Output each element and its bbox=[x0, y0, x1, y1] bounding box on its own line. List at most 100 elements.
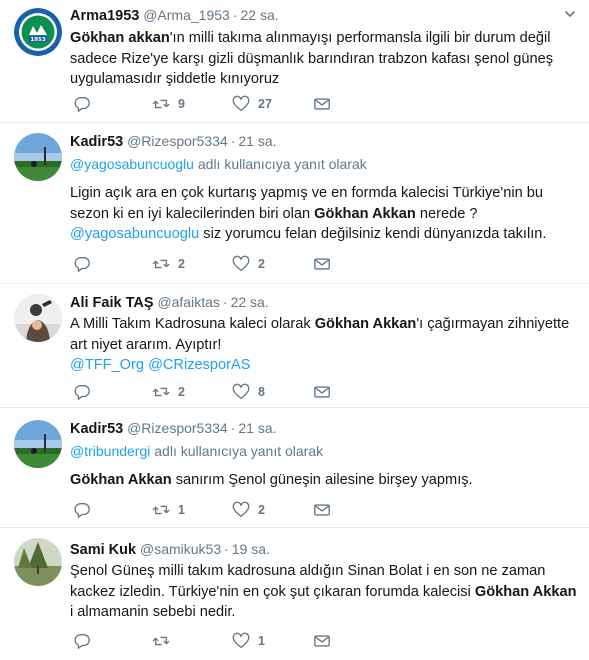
reply-button[interactable] bbox=[73, 631, 99, 651]
like-icon bbox=[232, 95, 250, 111]
reply-icon bbox=[74, 97, 90, 112]
tweet[interactable]: Sami Kuk @samikuk53 · 19 sa. Şenol Güneş m… bbox=[0, 528, 589, 660]
nature-photo-avatar bbox=[14, 538, 62, 586]
display-name[interactable]: Kadir53 bbox=[70, 134, 123, 150]
retweet-button[interactable] bbox=[152, 631, 178, 651]
like-icon bbox=[232, 383, 250, 399]
retweet-count: 9 bbox=[178, 97, 185, 111]
rizespor-badge-avatar: 1953 bbox=[14, 8, 62, 56]
like-count: 2 bbox=[258, 503, 265, 517]
retweet-count: 2 bbox=[178, 385, 185, 399]
user-handle[interactable]: @samikuk53 bbox=[140, 541, 221, 557]
like-icon bbox=[232, 255, 250, 271]
reply-to-mention[interactable]: @tribundergi bbox=[70, 443, 150, 459]
message-icon bbox=[314, 386, 330, 398]
timestamp[interactable]: 21 sa. bbox=[238, 420, 276, 436]
retweet-button[interactable]: 9 bbox=[152, 94, 185, 114]
tweet-text: Şenol Güneş milli takım kadrosuna aldığı… bbox=[70, 563, 577, 620]
user-handle[interactable]: @Rizespor5334 bbox=[127, 420, 228, 436]
reply-icon bbox=[74, 257, 90, 272]
message-icon bbox=[314, 98, 330, 110]
mention-link[interactable]: @TFF_Org bbox=[70, 357, 144, 373]
badge-year: 1953 bbox=[30, 37, 45, 43]
reply-context: @tribundergi adlı kullanıcıya yanıt olar… bbox=[70, 443, 324, 459]
retweet-button[interactable]: 2 bbox=[152, 382, 185, 402]
tweet-header: Sami Kuk @samikuk53 · 19 sa. bbox=[70, 541, 270, 558]
mention-link[interactable]: @yagosabuncuoglu bbox=[70, 226, 199, 242]
avatar[interactable] bbox=[14, 294, 62, 342]
tweet-header: Kadir53 @Rizespor5334 · 21 sa. bbox=[70, 133, 277, 150]
like-button[interactable]: 2 bbox=[232, 254, 265, 274]
user-handle[interactable]: @Arma_1953 bbox=[143, 7, 230, 23]
reply-context: @yagosabuncuoglu adlı kullanıcıya yanıt … bbox=[70, 156, 367, 172]
landscape-avatar bbox=[14, 420, 62, 468]
retweet-icon bbox=[152, 99, 170, 109]
message-icon bbox=[314, 504, 330, 516]
tweet-text: A Milli Takım Kadrosuna kaleci olarak Gö… bbox=[70, 316, 570, 373]
retweet-icon bbox=[152, 387, 170, 397]
avatar[interactable]: 1953 bbox=[14, 8, 62, 56]
like-icon bbox=[232, 632, 250, 648]
like-count: 8 bbox=[258, 385, 265, 399]
tweet-text: Gökhan Akkan sanırım Şenol güneşin ailes… bbox=[70, 472, 473, 488]
like-icon bbox=[232, 501, 250, 517]
caret-down-icon[interactable] bbox=[563, 7, 577, 21]
reply-icon bbox=[74, 385, 90, 400]
retweet-count: 2 bbox=[178, 257, 185, 271]
tweet[interactable]: Kadir53 @Rizespor5334 · 21 sa. @tribunderg… bbox=[0, 408, 589, 528]
direct-message-button[interactable] bbox=[313, 94, 331, 114]
like-button[interactable]: 8 bbox=[232, 382, 265, 402]
tweet-text: Ligin açık ara en çok kurtarış yapmış ve… bbox=[70, 185, 547, 242]
like-count: 1 bbox=[258, 634, 265, 648]
reply-icon bbox=[74, 634, 90, 649]
timestamp[interactable]: 19 sa. bbox=[232, 541, 270, 557]
retweet-count: 1 bbox=[178, 503, 185, 517]
bold-mention: Gökhan akkan bbox=[70, 30, 170, 46]
like-count: 2 bbox=[258, 257, 265, 271]
message-icon bbox=[314, 635, 330, 647]
retweet-icon bbox=[152, 259, 170, 269]
reply-to-mention[interactable]: @yagosabuncuoglu bbox=[70, 156, 194, 172]
mention-link[interactable]: @CRizesporAS bbox=[148, 357, 250, 373]
user-handle[interactable]: @Rizespor5334 bbox=[127, 133, 228, 149]
reply-button[interactable] bbox=[73, 500, 99, 520]
display-name[interactable]: Arma1953 bbox=[70, 8, 139, 24]
like-button[interactable]: 1 bbox=[232, 631, 265, 651]
display-name[interactable]: Ali Faik TAŞ bbox=[70, 295, 154, 311]
like-button[interactable]: 2 bbox=[232, 500, 265, 520]
tweet[interactable]: Kadir53 @Rizespor5334 · 21 sa. @yagosabunc… bbox=[0, 123, 589, 284]
reply-button[interactable] bbox=[73, 382, 99, 402]
direct-message-button[interactable] bbox=[313, 382, 331, 402]
avatar[interactable] bbox=[14, 420, 62, 468]
direct-message-button[interactable] bbox=[313, 631, 331, 651]
tweet-header: Kadir53 @Rizespor5334 · 21 sa. bbox=[70, 420, 277, 437]
retweet-icon bbox=[152, 505, 170, 515]
tweet[interactable]: Ali Faik TAŞ @afaiktas · 22 sa. A Milli Ta… bbox=[0, 284, 589, 408]
timestamp[interactable]: 22 sa. bbox=[240, 7, 278, 23]
timestamp[interactable]: 22 sa. bbox=[231, 294, 269, 310]
tweet-feed: 1953 Arma1953 @Arma_1953 · 22 sa. Gökhan a… bbox=[0, 0, 589, 660]
person-photo-avatar bbox=[14, 294, 62, 342]
message-icon bbox=[314, 258, 330, 270]
landscape-avatar bbox=[14, 133, 62, 181]
reply-button[interactable] bbox=[73, 254, 99, 274]
tweet[interactable]: 1953 Arma1953 @Arma_1953 · 22 sa. Gökhan a… bbox=[0, 0, 589, 123]
retweet-button[interactable]: 2 bbox=[152, 254, 185, 274]
avatar[interactable] bbox=[14, 538, 62, 586]
display-name[interactable]: Kadir53 bbox=[70, 421, 123, 437]
direct-message-button[interactable] bbox=[313, 500, 331, 520]
user-handle[interactable]: @afaiktas bbox=[157, 294, 219, 310]
like-count: 27 bbox=[258, 97, 272, 111]
tweet-header: Arma1953 @Arma_1953 · 22 sa. bbox=[70, 5, 577, 25]
avatar[interactable] bbox=[14, 133, 62, 181]
tweet-header: Ali Faik TAŞ @afaiktas · 22 sa. bbox=[70, 294, 269, 311]
direct-message-button[interactable] bbox=[313, 254, 331, 274]
timestamp[interactable]: 21 sa. bbox=[238, 133, 276, 149]
retweet-button[interactable]: 1 bbox=[152, 500, 185, 520]
reply-button[interactable] bbox=[73, 94, 99, 114]
display-name[interactable]: Sami Kuk bbox=[70, 542, 136, 558]
retweet-icon bbox=[152, 636, 170, 646]
tweet-text: Gökhan akkan'ın milli takıma alınmayışı … bbox=[70, 30, 554, 87]
reply-icon bbox=[74, 503, 90, 518]
like-button[interactable]: 27 bbox=[232, 94, 272, 114]
